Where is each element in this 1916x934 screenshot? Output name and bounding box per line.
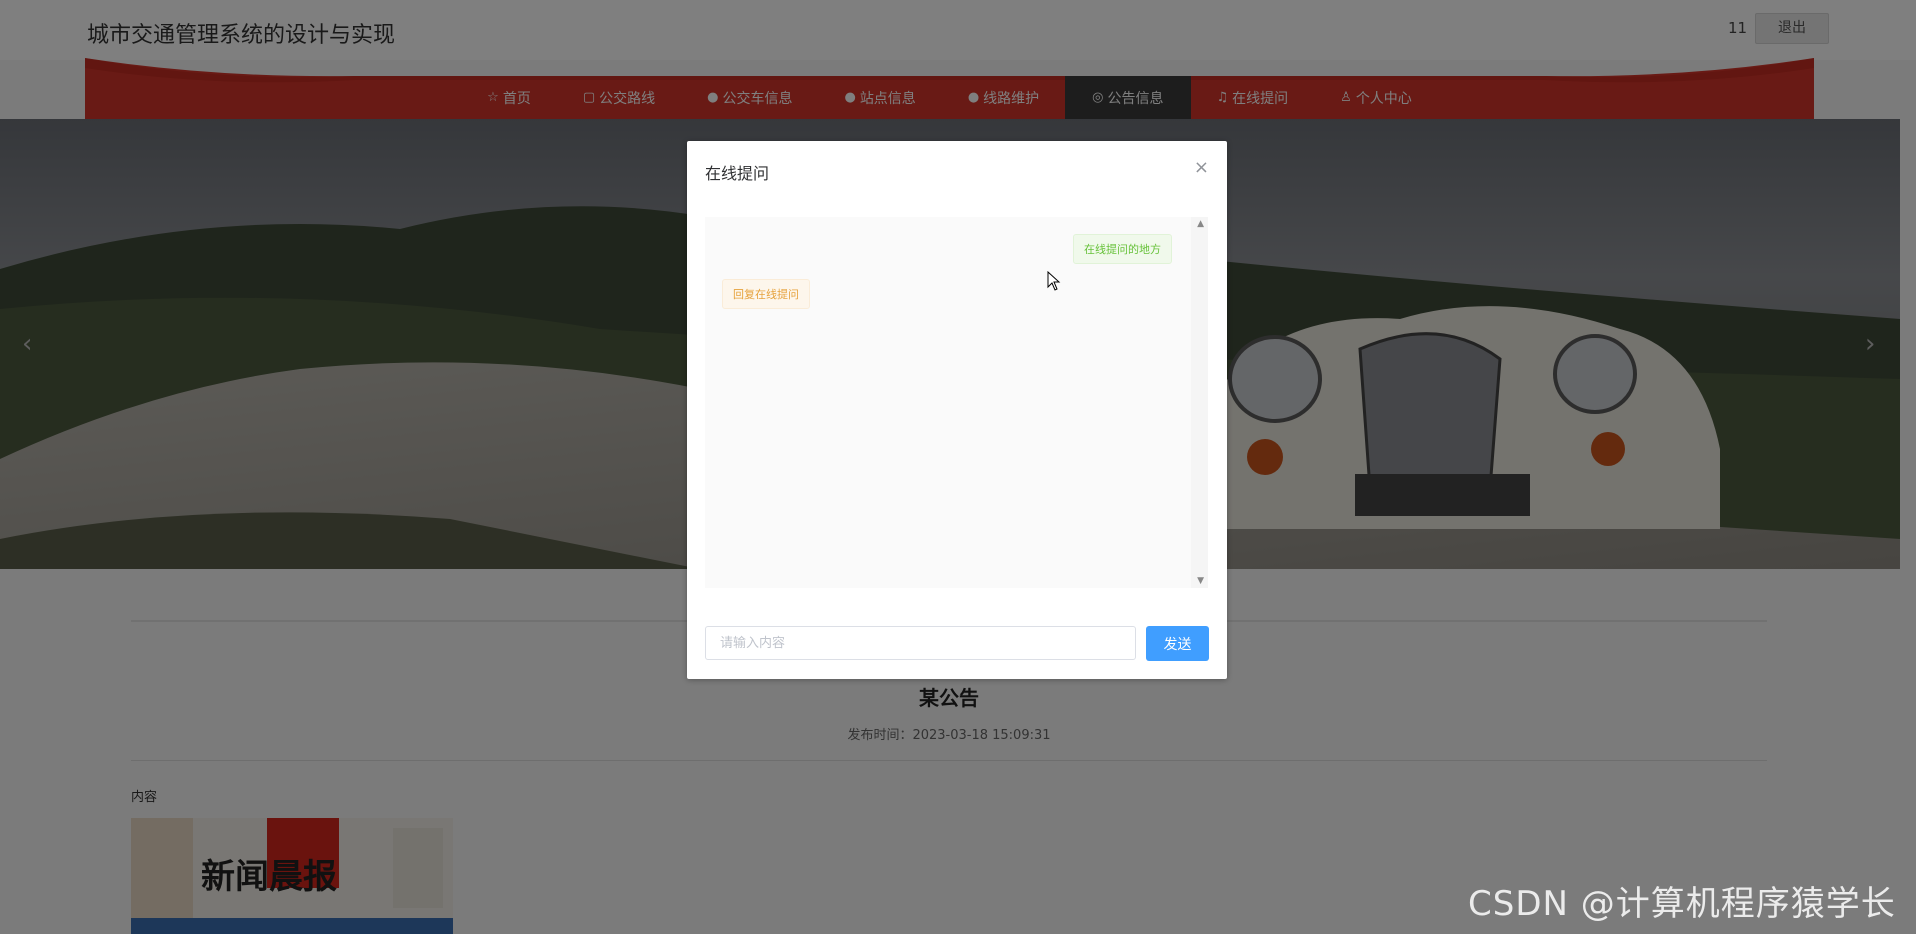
watermark: CSDN @计算机程序猿学长 [1468, 884, 1896, 924]
send-button[interactable]: 发送 [1146, 626, 1209, 661]
online-question-dialog: 在线提问 × 在线提问的地方 回复在线提问 ▲ ▼ 发送 [687, 141, 1227, 679]
chat-messages-area[interactable]: 在线提问的地方 回复在线提问 ▲ ▼ [705, 217, 1208, 588]
dialog-title: 在线提问 [705, 164, 770, 183]
reply-message: 回复在线提问 [722, 279, 810, 309]
chat-scrollbar[interactable]: ▲ ▼ [1191, 217, 1208, 588]
close-icon[interactable]: × [1194, 157, 1209, 178]
mouse-cursor-icon [1047, 271, 1061, 291]
question-message: 在线提问的地方 [1073, 234, 1172, 264]
scroll-up-arrow-icon[interactable]: ▲ [1197, 219, 1204, 229]
message-input[interactable] [705, 626, 1136, 660]
scroll-down-arrow-icon[interactable]: ▼ [1197, 576, 1204, 586]
